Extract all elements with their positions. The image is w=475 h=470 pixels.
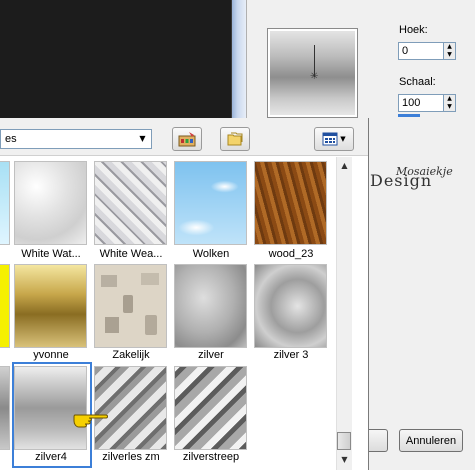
view-mode-button[interactable]: ▼ — [314, 127, 354, 151]
texture-tile[interactable] — [174, 366, 247, 450]
chevron-down-icon: ▼ — [340, 135, 346, 143]
picker-scrollbar[interactable] — [336, 157, 352, 470]
texture-label: White Wat... — [21, 248, 81, 260]
spin-down-icon[interactable]: ▼ — [444, 103, 455, 111]
watermark-logo: Design Mosaiekje — [370, 166, 453, 189]
texture-label: zilver 3 — [273, 349, 309, 361]
texture-tile[interactable] — [94, 264, 167, 348]
texture-label: White Wea... — [99, 248, 163, 260]
scroll-up-icon[interactable]: ▲ — [337, 158, 352, 174]
logo-script-text: Mosaiekje — [396, 165, 453, 178]
angle-label: Hoek: — [399, 24, 428, 36]
texture-tile-partial[interactable] — [0, 264, 10, 348]
spin-up-icon[interactable]: ▲ — [444, 43, 455, 51]
texture-label: Zakelijk — [112, 349, 150, 361]
texture-label: zilverles zm — [102, 451, 160, 463]
spin-up-icon[interactable]: ▲ — [444, 95, 455, 103]
texture-tile-partial[interactable] — [0, 161, 10, 245]
background-window-frame — [232, 0, 246, 118]
hand-pointer-icon — [73, 406, 109, 428]
texture-tile[interactable] — [254, 264, 327, 348]
thumbnail-view-icon — [322, 132, 338, 146]
texture-tile[interactable] — [174, 264, 247, 348]
texture-tile[interactable] — [14, 264, 87, 348]
office-pattern-image — [101, 273, 159, 335]
crosshair-icon: ✳ — [310, 71, 319, 82]
angle-input[interactable]: 0 — [398, 42, 444, 60]
texture-label: zilver4 — [35, 451, 67, 463]
library-edit-icon — [178, 132, 196, 147]
texture-tile[interactable] — [14, 161, 87, 245]
texture-label: zilverstreep — [182, 451, 240, 463]
texture-tile-partial[interactable] — [0, 366, 10, 450]
scale-label: Schaal: — [399, 76, 436, 88]
chevron-down-icon[interactable]: ▼ — [135, 131, 150, 147]
scale-input[interactable]: 100 — [398, 94, 444, 112]
texture-tile[interactable] — [254, 161, 327, 245]
texture-tile[interactable] — [94, 161, 167, 245]
scale-slider[interactable] — [398, 114, 420, 117]
texture-label: wood_23 — [268, 248, 314, 260]
edit-library-button[interactable] — [172, 127, 202, 151]
texture-tile[interactable] — [174, 161, 247, 245]
scale-spinner[interactable]: ▲ ▼ — [443, 94, 456, 112]
open-folder-button[interactable] — [220, 127, 250, 151]
scroll-thumb[interactable] — [337, 432, 351, 450]
angle-spinner[interactable]: ▲ ▼ — [443, 42, 456, 60]
scroll-down-icon[interactable]: ▼ — [337, 452, 352, 468]
texture-preview: ✳ — [267, 28, 358, 118]
ok-button[interactable] — [368, 429, 388, 452]
texture-label: Wolken — [192, 248, 230, 260]
background-window — [0, 0, 232, 118]
category-dropdown[interactable]: es — [0, 129, 152, 149]
folder-icon — [227, 132, 243, 146]
texture-label: zilver — [198, 349, 224, 361]
cancel-button[interactable]: Annuleren — [399, 429, 463, 452]
spin-down-icon[interactable]: ▼ — [444, 51, 455, 59]
texture-label: yvonne — [33, 349, 69, 361]
